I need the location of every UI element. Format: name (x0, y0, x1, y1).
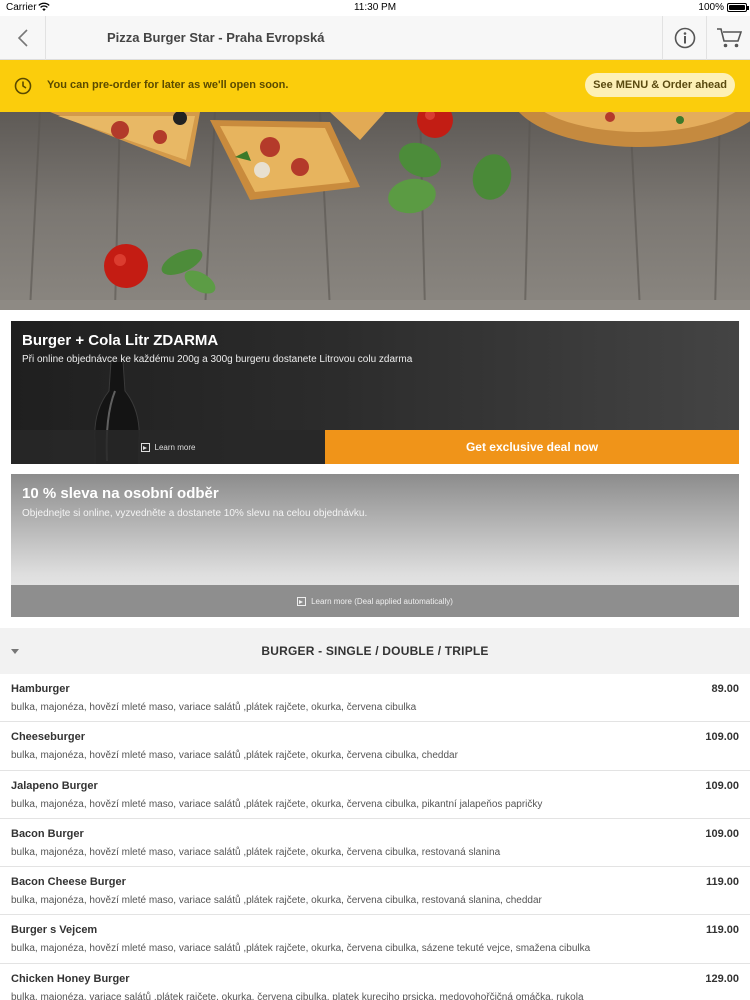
item-name: Jalapeno Burger (11, 779, 98, 792)
deal-card-pickup-discount[interactable]: 10 % sleva na osobní odběr Objednejte si… (11, 474, 739, 617)
learn-more-icon (140, 442, 150, 452)
deal-description: Při online objednávce ke každému 200g a … (22, 354, 413, 365)
deal-title: 10 % sleva na osobní odběr (22, 485, 219, 502)
clock-icon (14, 77, 32, 95)
item-price: 89.00 (711, 683, 739, 695)
item-price: 119.00 (705, 924, 739, 937)
item-description: bulka, majonéza, hovězí mleté maso, vari… (11, 846, 501, 858)
preorder-notice: You can pre-order for later as we'll ope… (0, 60, 750, 112)
see-menu-button[interactable]: See MENU & Order ahead (585, 73, 735, 97)
item-description: bulka, majonéza, hovězí mleté maso, vari… (11, 798, 543, 810)
menu-item[interactable]: Burger s Vejcem 119.00 bulka, majonéza, … (0, 915, 750, 964)
item-description: bulka, majonéza, hovězí mleté maso, vari… (11, 702, 417, 713)
battery-percent: 100% (698, 2, 724, 13)
get-deal-button[interactable]: Get exclusive deal now (325, 430, 739, 464)
item-name: Chicken Honey Burger (11, 972, 130, 985)
restaurant-title: Pizza Burger Star - Praha Evropská (107, 30, 325, 45)
menu-item[interactable]: Bacon Burger 109.00 bulka, majonéza, hov… (0, 818, 750, 868)
menu-item[interactable]: Chicken Honey Burger 129.00 bulka, majon… (0, 963, 750, 1000)
info-button[interactable] (662, 16, 706, 60)
item-price: 109.00 (705, 779, 739, 792)
deal-description: Objednejte si online, vyzvedněte a dosta… (22, 508, 368, 519)
learn-more-button[interactable]: Learn more (Deal applied automatically) (11, 585, 739, 617)
item-name: Burger s Vejcem (11, 924, 98, 937)
menu-item[interactable]: Hamburger 89.00 bulka, majonéza, hovězí … (0, 674, 750, 723)
clock-time: 11:30 PM (353, 2, 397, 13)
item-description: bulka, majonéza, hovězí mleté maso, vari… (11, 895, 542, 907)
learn-more-button[interactable]: Learn more (11, 430, 325, 464)
back-button[interactable] (0, 16, 46, 60)
deal-title: Burger + Cola Litr ZDARMA (22, 332, 219, 349)
menu-item[interactable]: Cheeseburger 109.00 bulka, majonéza, hov… (0, 722, 750, 771)
chevron-left-icon (17, 29, 28, 47)
item-price: 109.00 (705, 827, 739, 840)
item-price: 109.00 (705, 731, 739, 744)
info-icon (674, 27, 695, 49)
item-name: Cheeseburger (11, 731, 85, 744)
item-name: Bacon Cheese Burger (11, 876, 126, 889)
item-description: bulka, majonéza, hovězí mleté maso, vari… (11, 943, 591, 955)
item-name: Bacon Burger (11, 827, 84, 840)
cart-button[interactable] (706, 16, 750, 60)
status-bar: Carrier 11:30 PM 100% (0, 0, 750, 16)
learn-more-label: Learn more (154, 442, 196, 452)
item-name: Hamburger (11, 683, 70, 695)
learn-more-label: Learn more (Deal applied automatically) (311, 596, 453, 606)
navigation-bar: Pizza Burger Star - Praha Evropská (0, 16, 750, 60)
item-description: bulka, majonéza, variace salátů ,plátek … (11, 991, 584, 1000)
menu-item[interactable]: Bacon Cheese Burger 119.00 bulka, majoné… (0, 867, 750, 916)
hero-image (0, 112, 750, 310)
item-description: bulka, majonéza, hovězí mleté maso, vari… (11, 750, 458, 762)
battery-icon (727, 3, 749, 12)
item-price: 119.00 (705, 876, 739, 889)
cart-icon (716, 28, 742, 48)
menu-item[interactable]: Jalapeno Burger 109.00 bulka, majonéza, … (0, 770, 750, 819)
deal-card-burger-cola[interactable]: Burger + Cola Litr ZDARMA Při online obj… (11, 321, 739, 464)
notice-text: You can pre-order for later as we'll ope… (47, 79, 289, 91)
learn-more-icon (297, 596, 307, 606)
item-price: 129.00 (705, 972, 739, 985)
category-name: BURGER - SINGLE / DOUBLE / TRIPLE (261, 644, 489, 658)
menu-item-list: Hamburger 89.00 bulka, majonéza, hovězí … (0, 674, 750, 1000)
category-header[interactable]: BURGER - SINGLE / DOUBLE / TRIPLE (0, 628, 750, 674)
